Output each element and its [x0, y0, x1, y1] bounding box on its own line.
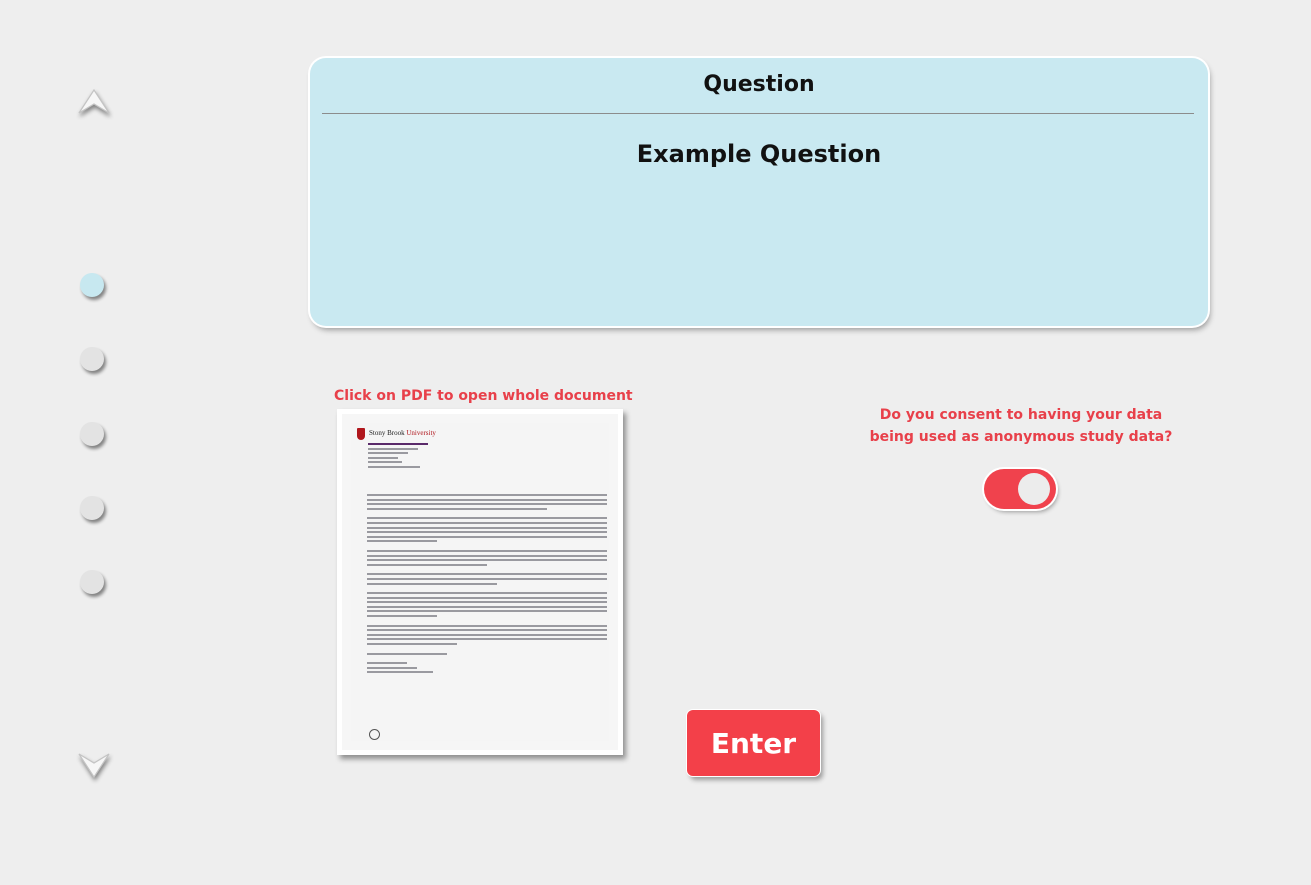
- pdf-page: Stony Brook University: [351, 423, 609, 741]
- step-dot-5[interactable]: [80, 570, 104, 594]
- question-card: Question Example Question: [310, 58, 1208, 326]
- pdf-address-block: [368, 443, 488, 471]
- chevron-down-icon[interactable]: [76, 750, 112, 782]
- consent-toggle[interactable]: [984, 469, 1056, 509]
- pdf-body-text: [367, 494, 607, 676]
- consent-question: Do you consent to having your data being…: [869, 407, 1173, 445]
- step-dot-2[interactable]: [80, 347, 104, 371]
- chevron-up-icon[interactable]: [76, 86, 112, 118]
- university-logo-icon: [357, 428, 365, 440]
- pdf-thumbnail[interactable]: Stony Brook University: [337, 409, 623, 755]
- question-text: Example Question: [636, 140, 882, 168]
- toggle-knob: [1018, 473, 1050, 505]
- question-divider: [322, 113, 1194, 114]
- question-heading: Question: [703, 72, 815, 97]
- enter-button[interactable]: Enter: [687, 710, 820, 776]
- pdf-hint: Click on PDF to open whole document: [334, 388, 633, 404]
- step-dot-1[interactable]: [80, 273, 104, 297]
- step-dot-4[interactable]: [80, 496, 104, 520]
- step-dot-3[interactable]: [80, 422, 104, 446]
- pdf-letterhead: Stony Brook University: [369, 429, 436, 437]
- seal-icon: [369, 729, 380, 740]
